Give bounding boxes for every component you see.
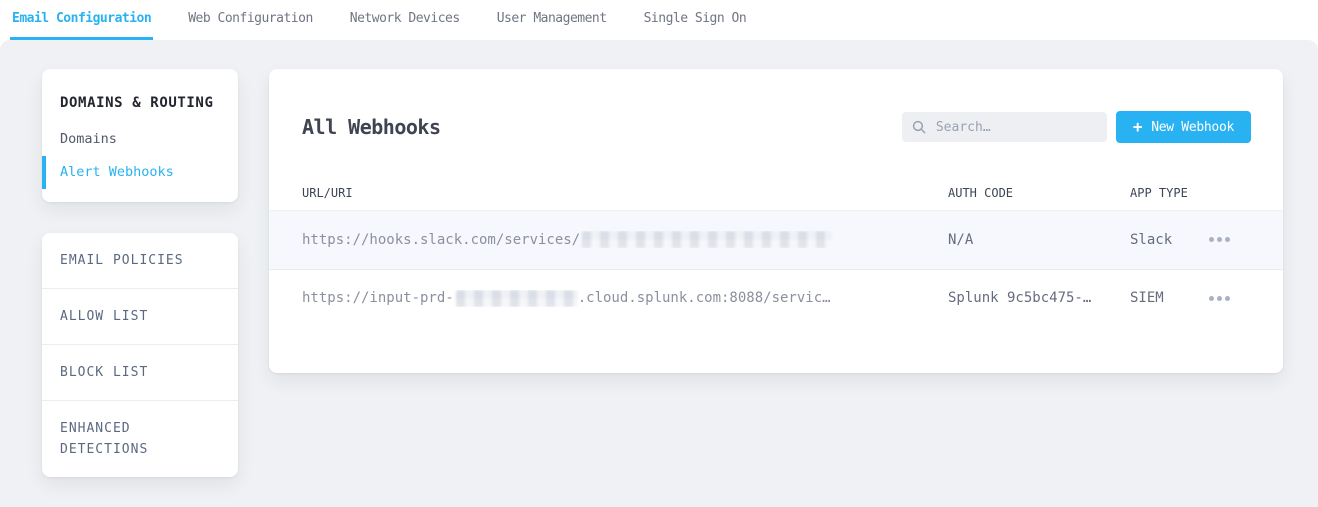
sidebar-item-block-list[interactable]: BLOCK LIST [42,344,238,400]
settings-sidebar: DOMAINS & ROUTING Domains Alert Webhooks… [42,69,238,477]
tab-network-devices[interactable]: Network Devices [348,0,462,40]
domains-routing-card: DOMAINS & ROUTING Domains Alert Webhooks [42,69,238,202]
auth-code-value: Splunk 9c5bc475-… [948,290,1092,307]
webhooks-table-header: URL/URI AUTH CODE APP TYPE [269,177,1283,211]
top-nav: Email Configuration Web Configuration Ne… [0,0,1318,40]
webhook-url: https://input-prd- .cloud.splunk.com:808… [302,289,948,307]
new-webhook-button[interactable]: + New Webhook [1115,111,1251,144]
redacted-url-segment [455,289,578,307]
webhook-search[interactable] [901,112,1107,143]
app-type-value: Slack [1130,231,1173,248]
webhook-url-text: https://input-prd- [302,290,454,307]
row-menu-button[interactable] [1205,288,1234,309]
new-webhook-label: New Webhook [1151,119,1234,135]
tab-email-configuration[interactable]: Email Configuration [10,0,154,40]
redacted-url-segment [582,231,833,249]
column-header-auth-code: AUTH CODE [948,186,1014,201]
table-row[interactable]: https://input-prd- .cloud.splunk.com:808… [269,268,1283,327]
webhook-url-text: https://hooks.slack.com/services/ [302,231,581,248]
webhooks-panel: All Webhooks + New Webhook URL/URI AUTH … [269,69,1283,373]
ellipsis-icon [1209,237,1214,243]
policy-sections-card: EMAIL POLICIES ALLOW LIST BLOCK LIST ENH… [42,233,238,477]
content-area: DOMAINS & ROUTING Domains Alert Webhooks… [0,40,1318,507]
auth-code-value: N/A [948,231,974,248]
search-input[interactable] [933,118,1097,136]
domains-routing-header: DOMAINS & ROUTING [60,95,214,111]
sidebar-item-enhanced-detections[interactable]: ENHANCED DETECTIONS [42,400,238,477]
ellipsis-icon [1209,295,1214,301]
webhook-url: https://hooks.slack.com/services/ [302,231,948,249]
sidebar-item-domains[interactable]: Domains [42,123,238,156]
sidebar-item-email-policies[interactable]: EMAIL POLICIES [42,233,238,288]
column-header-url: URL/URI [302,186,353,201]
sidebar-item-allow-list[interactable]: ALLOW LIST [42,288,238,344]
column-header-app-type: APP TYPE [1130,186,1188,201]
search-icon [912,121,926,134]
webhook-url-text: .cloud.splunk.com:8088/servic… [577,290,831,307]
tab-user-management[interactable]: User Management [495,0,609,40]
webhooks-panel-header: All Webhooks + New Webhook [269,69,1283,153]
app-type-value: SIEM [1130,290,1164,307]
sidebar-item-alert-webhooks[interactable]: Alert Webhooks [42,156,238,189]
tab-web-configuration[interactable]: Web Configuration [186,0,315,40]
plus-icon: + [1132,117,1143,137]
page-title: All Webhooks [302,115,441,140]
table-row[interactable]: https://hooks.slack.com/services/ N/A Sl… [269,210,1283,269]
tab-single-sign-on[interactable]: Single Sign On [642,0,749,40]
row-menu-button[interactable] [1205,229,1234,250]
